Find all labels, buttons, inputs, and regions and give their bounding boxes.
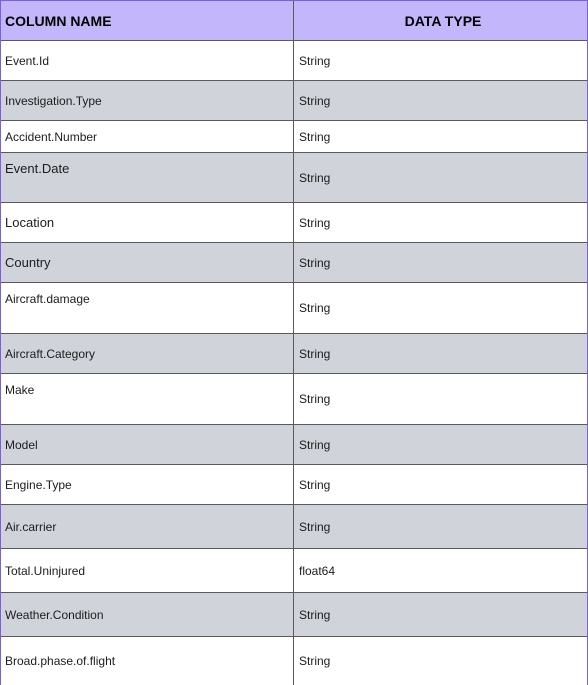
column-name-cell: Investigation.Type <box>1 81 294 120</box>
table-row: Engine.Type String <box>1 465 587 505</box>
table-row: Event.Date String <box>1 153 587 203</box>
data-type-cell: String <box>299 129 331 144</box>
data-type-cell: String <box>299 93 331 108</box>
data-type-cell: String <box>299 170 331 185</box>
data-type-cell: String <box>299 477 331 492</box>
data-type-cell: String <box>299 53 331 68</box>
column-name-cell: Model <box>1 425 294 464</box>
column-name-header: COLUMN NAME <box>1 1 294 40</box>
column-name-cell: Aircraft.damage <box>1 283 294 333</box>
data-type-cell: String <box>299 392 331 406</box>
column-name-cell: Country <box>1 243 294 282</box>
table-row: Weather.Condition String <box>1 593 587 637</box>
column-name-cell: Air.carrier <box>1 505 294 548</box>
data-type-table: COLUMN NAME DATA TYPE Event.Id String In… <box>0 0 588 685</box>
table-row: Accident.Number String <box>1 121 587 153</box>
table-row: Country String <box>1 243 587 283</box>
column-name-cell: Event.Date <box>1 153 294 202</box>
column-name-cell: Weather.Condition <box>1 593 294 636</box>
data-type-cell: String <box>299 346 331 361</box>
column-name-cell: Aircraft.Category <box>1 334 294 373</box>
column-name-cell: Location <box>1 203 294 242</box>
data-type-cell: String <box>299 519 331 534</box>
table-row: Total.Uninjured float64 <box>1 549 587 593</box>
column-name-cell: Accident.Number <box>1 121 294 152</box>
data-type-cell: String <box>299 607 331 622</box>
column-name-cell: Engine.Type <box>1 465 294 504</box>
table-row: Aircraft.damage String <box>1 283 587 334</box>
table-row: Location String <box>1 203 587 243</box>
table-row: Model String <box>1 425 587 465</box>
data-type-cell: String <box>299 255 331 270</box>
data-type-cell: String <box>299 437 331 452</box>
table-row: Make String <box>1 374 587 425</box>
column-name-cell: Total.Uninjured <box>1 549 294 592</box>
data-type-header: DATA TYPE <box>404 12 482 29</box>
column-name-cell: Event.Id <box>1 41 294 80</box>
table-row: Investigation.Type String <box>1 81 587 121</box>
data-type-cell: String <box>299 301 331 315</box>
data-type-cell: String <box>299 215 331 230</box>
data-type-cell: float64 <box>299 563 336 578</box>
column-name-cell: Make <box>1 374 294 424</box>
table-row: Air.carrier String <box>1 505 587 549</box>
table-row: Aircraft.Category String <box>1 334 587 374</box>
table-header-row: COLUMN NAME DATA TYPE <box>1 1 587 41</box>
table-row: Event.Id String <box>1 41 587 81</box>
